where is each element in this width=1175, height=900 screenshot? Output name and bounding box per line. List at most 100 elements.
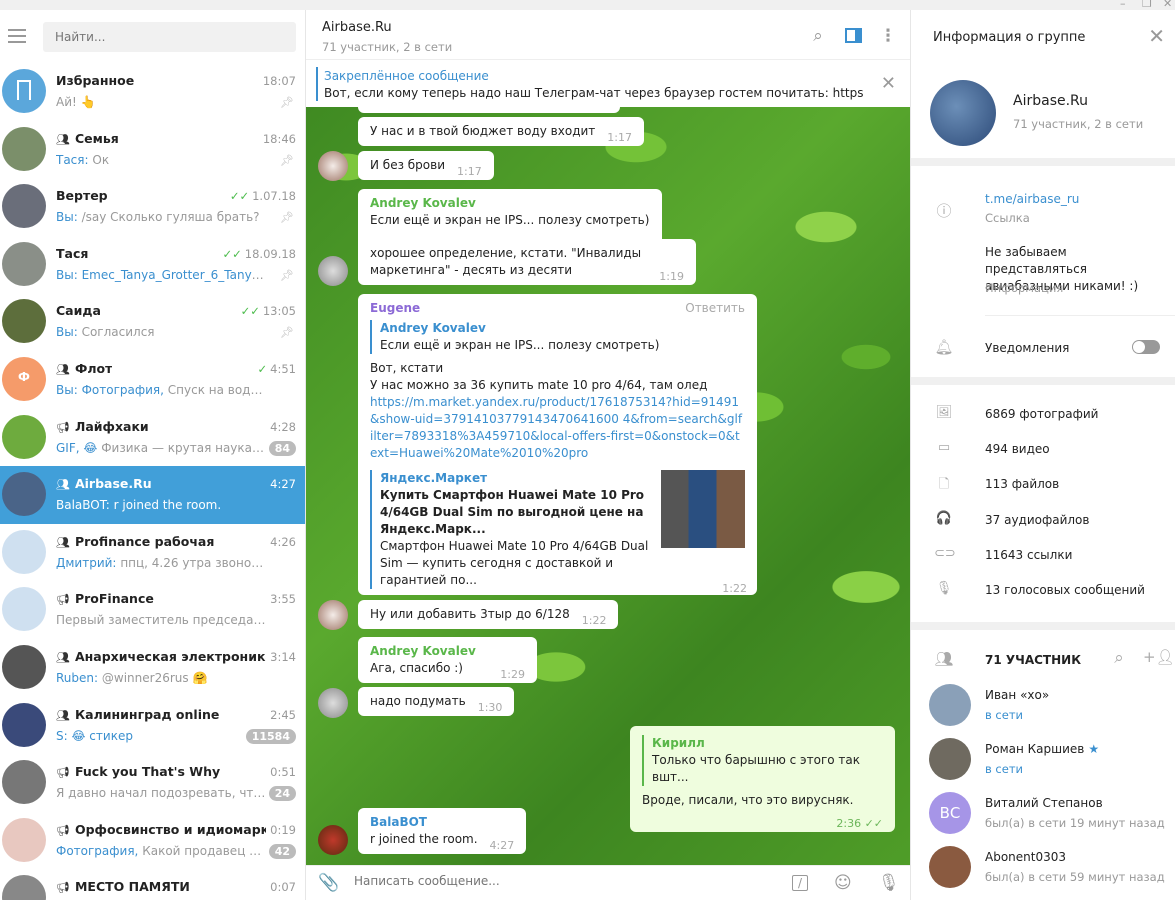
- avatar: [2, 241, 46, 286]
- chat-list-item[interactable]: 📢︎ Лайфхаки 4:28 GIF, 😂 Физика — крутая нау…: [0, 409, 305, 467]
- link-label: Ссылка: [985, 211, 1030, 225]
- message-bubble[interactable]: хорошее определение, кстати. "Инвалиды м…: [358, 239, 696, 285]
- message-time: 2:36 ✓✓: [836, 815, 883, 832]
- member-item[interactable]: Abonent0303 был(а) в сети 59 минут назад: [911, 842, 1175, 896]
- chat-list-item[interactable]: 👥︎ Калининград online 2:45 S: 😂 стикер 1158…: [0, 697, 305, 755]
- avatar: [2, 587, 46, 632]
- message-time: 1:17: [457, 165, 482, 178]
- pin-icon: 📌︎: [280, 268, 294, 282]
- search-input[interactable]: [43, 22, 296, 52]
- bot-commands-icon[interactable]: /: [792, 875, 809, 891]
- close-icon[interactable]: ✕: [881, 73, 896, 94]
- chat-list-item[interactable]: Вертер ✓✓ 1.07.18 Вы: /say Сколько гуляша б…: [0, 178, 305, 236]
- message-bubble[interactable]: Andrey Kovalev Ага, спасибо :) 1:29: [358, 637, 537, 683]
- chat-name-text: ProFinance: [74, 591, 154, 607]
- close-window-button[interactable]: ✕: [1163, 0, 1172, 10]
- pin-icon: 📌︎: [280, 211, 294, 225]
- avatar[interactable]: [318, 151, 348, 181]
- chat-list-item[interactable]: Избранное 18:07 Ай! 👆 📌︎: [0, 63, 305, 121]
- chat-time: 4:28: [270, 420, 296, 434]
- message-bubble[interactable]: Ну или добавить 3тыр до 6/128 1:22: [358, 600, 619, 629]
- pinned-message[interactable]: Закреплённое сообщение Вот, если кому те…: [306, 61, 910, 107]
- link-preview[interactable]: Яндекс.Маркет Купить Смартфон Huawei Mat…: [370, 470, 745, 589]
- member-item[interactable]: Иван «хо» в сети: [911, 680, 1175, 734]
- member-item[interactable]: Роман Каршиев ★ в сети: [911, 734, 1175, 788]
- chat-panel: Airbase.Ru 71 участник, 2 в сети ⌕ ⋮ Зак…: [306, 10, 910, 900]
- media-item-3[interactable]: 37 аудиофайлов: [985, 513, 1089, 527]
- chat-time: ✓✓ 1.07.18: [230, 189, 296, 203]
- unread-badge: 42: [268, 843, 296, 859]
- media-item-2[interactable]: 113 файлов: [985, 477, 1059, 491]
- avatar: [2, 184, 46, 229]
- maximize-button[interactable]: ❐: [1142, 0, 1152, 10]
- group-subtitle: 71 участник, 2 в сети: [1013, 117, 1144, 131]
- chat-name: 👥︎ Флот: [56, 361, 112, 376]
- chat-list-item[interactable]: 👥︎ Airbase.Ru 4:27 BalaBOT: r joined the ro…: [0, 466, 305, 524]
- message-bubble[interactable]: надо подумать 1:30: [358, 687, 515, 716]
- group-link[interactable]: t.me/airbase_ru: [985, 192, 1079, 206]
- chat-list-item[interactable]: 📢︎ Fuck you That's Why 0:51 Я давно начал п…: [0, 754, 305, 812]
- sender-name[interactable]: Andrey Kovalev: [370, 195, 650, 212]
- preview-image[interactable]: [661, 470, 745, 548]
- reply-quote[interactable]: Кирилл Только что барышню с этого так вшт…: [642, 735, 883, 786]
- sender-name[interactable]: Andrey Kovalev: [370, 643, 525, 660]
- bookmark-icon: [17, 80, 31, 100]
- chat-list-item[interactable]: Тася ✓✓ 18.09.18 Вы: Emec_Tanya_Grotter_6_T…: [0, 236, 305, 294]
- chat-list-item[interactable]: Саида ✓✓ 13:05 Вы: Согласился 📌︎: [0, 293, 305, 351]
- sidebar-toggle-icon[interactable]: [843, 26, 863, 46]
- sender-name[interactable]: Eugene: [370, 300, 420, 317]
- notifications-toggle[interactable]: [1132, 340, 1160, 354]
- chat-list-item[interactable]: Ф 👥︎ Флот ✓ 4:51 Вы: Фотография, Спуск на вод…: [0, 351, 305, 409]
- message-link[interactable]: https://m.market.yandex.ru/product/17618…: [370, 394, 745, 462]
- chat-name-text: Калининград online: [74, 706, 220, 722]
- message-bubble[interactable]: Eugene Ответить Andrey Kovalev Если ещё и …: [358, 294, 757, 595]
- media-item-1[interactable]: 494 видео: [985, 442, 1050, 456]
- chat-title[interactable]: Airbase.Ru: [322, 20, 392, 35]
- chat-list-item[interactable]: 📢︎ Орфосвинство и идиомаркет... 0:19 Фотогр…: [0, 812, 305, 870]
- chat-list-item[interactable]: 👥︎ Анархическая электроника 3:14 Ruben: @wi…: [0, 639, 305, 697]
- media-item-4[interactable]: 11643 ссылки: [985, 548, 1072, 562]
- preview-sender: Дмитрий:: [56, 555, 117, 570]
- sender-name[interactable]: BalaBOT: [370, 814, 514, 831]
- message-input[interactable]: [354, 874, 774, 888]
- close-icon[interactable]: ✕: [1148, 24, 1165, 48]
- member-item[interactable]: ВС Виталий Степанов был(а) в сети 19 минут…: [911, 788, 1175, 842]
- reply-quote[interactable]: Andrey Kovalev Если ещё и экран не IPS...…: [370, 320, 745, 354]
- divider: [911, 377, 1175, 385]
- microphone-icon[interactable]: 🎙: [878, 873, 900, 893]
- chat-list-item[interactable]: 👥︎ Profinance рабочая 4:26 Дмитрий: ппц, 4.…: [0, 524, 305, 582]
- message-bubble[interactable]: И без брови 1:17: [358, 151, 494, 180]
- divider: [911, 622, 1175, 630]
- add-member-icon[interactable]: +👤︎: [1143, 648, 1175, 666]
- hamburger-menu-icon[interactable]: [8, 29, 26, 43]
- avatar[interactable]: [318, 256, 348, 286]
- media-item-0[interactable]: 6869 фотографий: [985, 407, 1098, 421]
- emoji-icon[interactable]: ☺: [834, 873, 852, 893]
- chat-time-text: 13:05: [262, 304, 296, 319]
- message-bubble[interactable]: У нас и в твой бюджет воду входит 1:17: [358, 117, 644, 146]
- chat-time-text: 0:07: [270, 880, 296, 895]
- members-header: 71 УЧАСТНИК: [985, 653, 1081, 667]
- avatar[interactable]: [318, 825, 348, 855]
- read-check-icon: ✓✓: [229, 189, 250, 204]
- attach-icon[interactable]: 📎: [318, 873, 339, 893]
- message-text: Вроде, писали, что это вирусняк.: [642, 793, 854, 807]
- own-message-bubble[interactable]: Кирилл Только что барышню с этого так вшт…: [630, 726, 895, 832]
- preview-text: Согласился: [81, 325, 155, 340]
- minimize-button[interactable]: –: [1120, 0, 1126, 10]
- member-name-text: Иван «хо»: [985, 688, 1050, 702]
- media-item-5[interactable]: 13 голосовых сообщений: [985, 583, 1145, 597]
- message-bubble[interactable]: BalaBOT r joined the room. 4:27: [358, 808, 527, 854]
- chat-list-item[interactable]: 📢︎ ProFinance 3:55 Первый заместитель предс…: [0, 581, 305, 639]
- search-icon[interactable]: ⌕: [808, 26, 828, 46]
- reply-name: Кирилл: [652, 736, 705, 750]
- search-members-icon[interactable]: ⌕: [1109, 648, 1129, 668]
- more-vertical-icon[interactable]: ⋮: [878, 26, 898, 46]
- chat-name-text: Profinance рабочая: [74, 533, 215, 549]
- group-avatar[interactable]: [930, 80, 996, 146]
- reply-button[interactable]: Ответить: [685, 300, 745, 317]
- chat-list-item[interactable]: 👥︎ Семья 18:46 Тася: Ок 📌︎: [0, 121, 305, 179]
- avatar[interactable]: [318, 688, 348, 718]
- avatar[interactable]: [318, 600, 348, 630]
- chat-list-item[interactable]: 📢︎ МЕСТО ПАМЯТИ 0:07: [0, 869, 305, 900]
